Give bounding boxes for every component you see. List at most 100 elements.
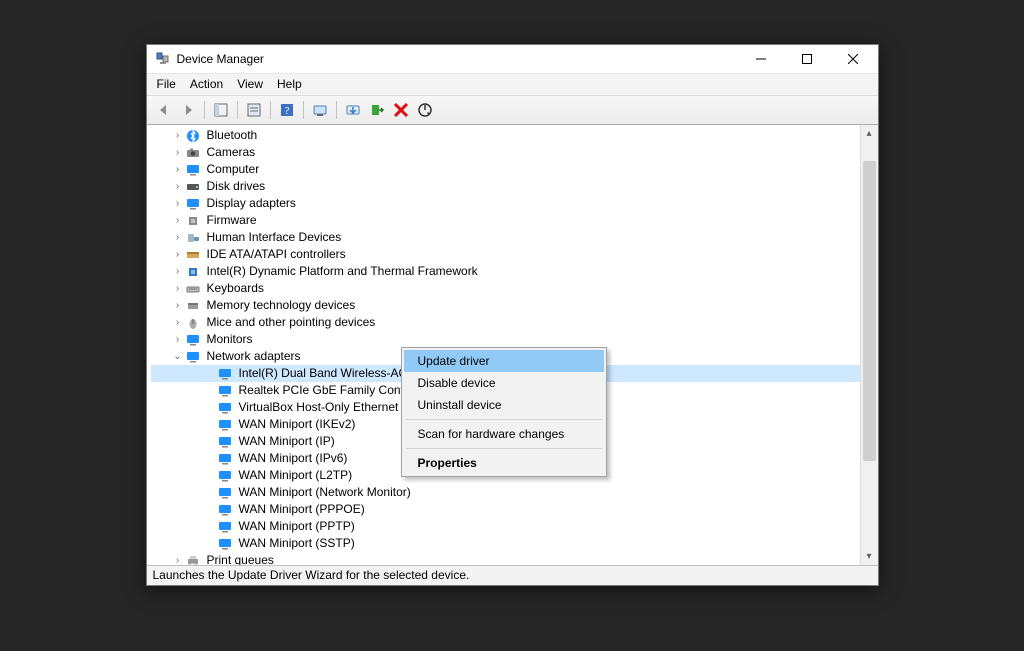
tree-category-mice[interactable]: ›Mice and other pointing devices	[151, 314, 860, 331]
hid-icon	[185, 230, 201, 246]
monitor-icon	[185, 162, 201, 178]
network-adapter-icon	[217, 400, 233, 416]
window-title: Device Manager	[177, 52, 738, 66]
toolbar: ?	[147, 95, 878, 125]
menu-view[interactable]: View	[237, 77, 263, 91]
tree-item[interactable]: WAN Miniport (PPPOE)	[151, 501, 860, 518]
chip-icon	[185, 264, 201, 280]
tree-item[interactable]: WAN Miniport (Network Monitor)	[151, 484, 860, 501]
tree-category-ide[interactable]: › IDE ATA/ATAPI controllers	[151, 246, 860, 263]
tree-category-label: Cameras	[205, 144, 258, 161]
chevron-right-icon[interactable]: ›	[171, 229, 185, 246]
keyboard-icon	[185, 281, 201, 297]
chevron-right-icon[interactable]: ›	[171, 161, 185, 178]
vertical-scrollbar[interactable]: ▴ ▾	[860, 125, 878, 565]
tree-category-dptf[interactable]: ›Intel(R) Dynamic Platform and Thermal F…	[151, 263, 860, 280]
tree-category-label: Human Interface Devices	[205, 229, 344, 246]
minimize-button[interactable]	[738, 45, 784, 73]
disk-icon	[185, 179, 201, 195]
tree-category-bluetooth[interactable]: › Bluetooth	[151, 127, 860, 144]
mouse-icon	[185, 315, 201, 331]
scroll-up-arrow[interactable]: ▴	[861, 125, 878, 142]
scan-hardware-button[interactable]	[309, 99, 331, 121]
tree-category-label: Bluetooth	[205, 127, 260, 144]
forward-button[interactable]	[177, 99, 199, 121]
menu-action[interactable]: Action	[190, 77, 223, 91]
chevron-right-icon[interactable]: ›	[171, 127, 185, 144]
toolbar-separator	[270, 101, 271, 119]
chevron-right-icon[interactable]: ›	[171, 178, 185, 195]
tree-item-label: WAN Miniport (IP)	[237, 433, 337, 450]
tree-category-firmware[interactable]: › Firmware	[151, 212, 860, 229]
menu-help[interactable]: Help	[277, 77, 302, 91]
tree-category-label: Display adapters	[205, 195, 298, 212]
chevron-right-icon[interactable]: ›	[171, 280, 185, 297]
scroll-down-arrow[interactable]: ▾	[861, 548, 878, 565]
device-tree[interactable]: ›Bluetooth›Cameras›Computer›Disk drives›…	[147, 125, 860, 565]
chevron-right-icon[interactable]: ›	[171, 195, 185, 212]
svg-text:?: ?	[284, 105, 289, 117]
chevron-right-icon[interactable]: ›	[171, 331, 185, 348]
close-button[interactable]	[830, 45, 876, 73]
tree-category-display[interactable]: › Display adapters	[151, 195, 860, 212]
device-manager-window: Device Manager File Action View Help	[146, 44, 879, 586]
context-menu-item[interactable]: Scan for hardware changes	[404, 423, 604, 445]
network-adapter-icon	[217, 519, 233, 535]
update-driver-button[interactable]	[342, 99, 364, 121]
bluetooth-icon	[185, 128, 201, 144]
help-button[interactable]: ?	[276, 99, 298, 121]
tree-item-label: WAN Miniport (PPTP)	[237, 518, 357, 535]
context-menu-item[interactable]: Update driver	[404, 350, 604, 372]
chevron-down-icon[interactable]: ⌄	[171, 348, 185, 365]
context-menu: Update driverDisable deviceUninstall dev…	[401, 347, 607, 477]
tree-category-label: Disk drives	[205, 178, 268, 195]
menubar: File Action View Help	[147, 73, 878, 95]
properties-button[interactable]	[243, 99, 265, 121]
network-adapter-icon	[217, 417, 233, 433]
tree-item-label: WAN Miniport (SSTP)	[237, 535, 357, 552]
tree-category-computer[interactable]: ›Computer	[151, 161, 860, 178]
tree-category-printqueues[interactable]: ›Print queues	[151, 552, 860, 565]
tree-item[interactable]: WAN Miniport (PPTP)	[151, 518, 860, 535]
memory-icon	[185, 298, 201, 314]
chevron-right-icon[interactable]: ›	[171, 552, 185, 565]
context-menu-separator	[406, 419, 602, 420]
tree-category-memtech[interactable]: ›Memory technology devices	[151, 297, 860, 314]
chevron-right-icon[interactable]: ›	[171, 263, 185, 280]
tree-category-monitors[interactable]: ›Monitors	[151, 331, 860, 348]
show-hide-console-tree-button[interactable]	[210, 99, 232, 121]
maximize-button[interactable]	[784, 45, 830, 73]
enable-device-button[interactable]	[366, 99, 388, 121]
tree-item-label: WAN Miniport (IKEv2)	[237, 416, 358, 433]
tree-category-hid[interactable]: › Human Interface Devices	[151, 229, 860, 246]
chevron-right-icon[interactable]: ›	[171, 246, 185, 263]
tree-item[interactable]: WAN Miniport (SSTP)	[151, 535, 860, 552]
tree-category-cameras[interactable]: › Cameras	[151, 144, 860, 161]
back-button[interactable]	[153, 99, 175, 121]
chip-icon	[185, 213, 201, 229]
toolbar-separator	[303, 101, 304, 119]
tree-category-label: IDE ATA/ATAPI controllers	[205, 246, 348, 263]
tree-item-label: WAN Miniport (IPv6)	[237, 450, 350, 467]
printer-icon	[185, 553, 201, 566]
tree-category-keyboards[interactable]: › Keyboards	[151, 280, 860, 297]
context-menu-item[interactable]: Uninstall device	[404, 394, 604, 416]
tree-category-disks[interactable]: › Disk drives	[151, 178, 860, 195]
context-menu-item[interactable]: Disable device	[404, 372, 604, 394]
network-adapter-icon	[217, 383, 233, 399]
tree-category-label: Firmware	[205, 212, 259, 229]
chevron-right-icon[interactable]: ›	[171, 144, 185, 161]
scroll-thumb[interactable]	[863, 161, 876, 461]
tree-item-label: WAN Miniport (PPPOE)	[237, 501, 367, 518]
network-adapter-icon	[217, 536, 233, 552]
disable-button[interactable]	[414, 99, 436, 121]
network-adapter-icon	[217, 485, 233, 501]
context-menu-item[interactable]: Properties	[404, 452, 604, 474]
chevron-right-icon[interactable]: ›	[171, 314, 185, 331]
tree-category-label: Keyboards	[205, 280, 266, 297]
menu-file[interactable]: File	[157, 77, 176, 91]
chevron-right-icon[interactable]: ›	[171, 297, 185, 314]
toolbar-separator	[204, 101, 205, 119]
uninstall-button[interactable]	[390, 99, 412, 121]
chevron-right-icon[interactable]: ›	[171, 212, 185, 229]
